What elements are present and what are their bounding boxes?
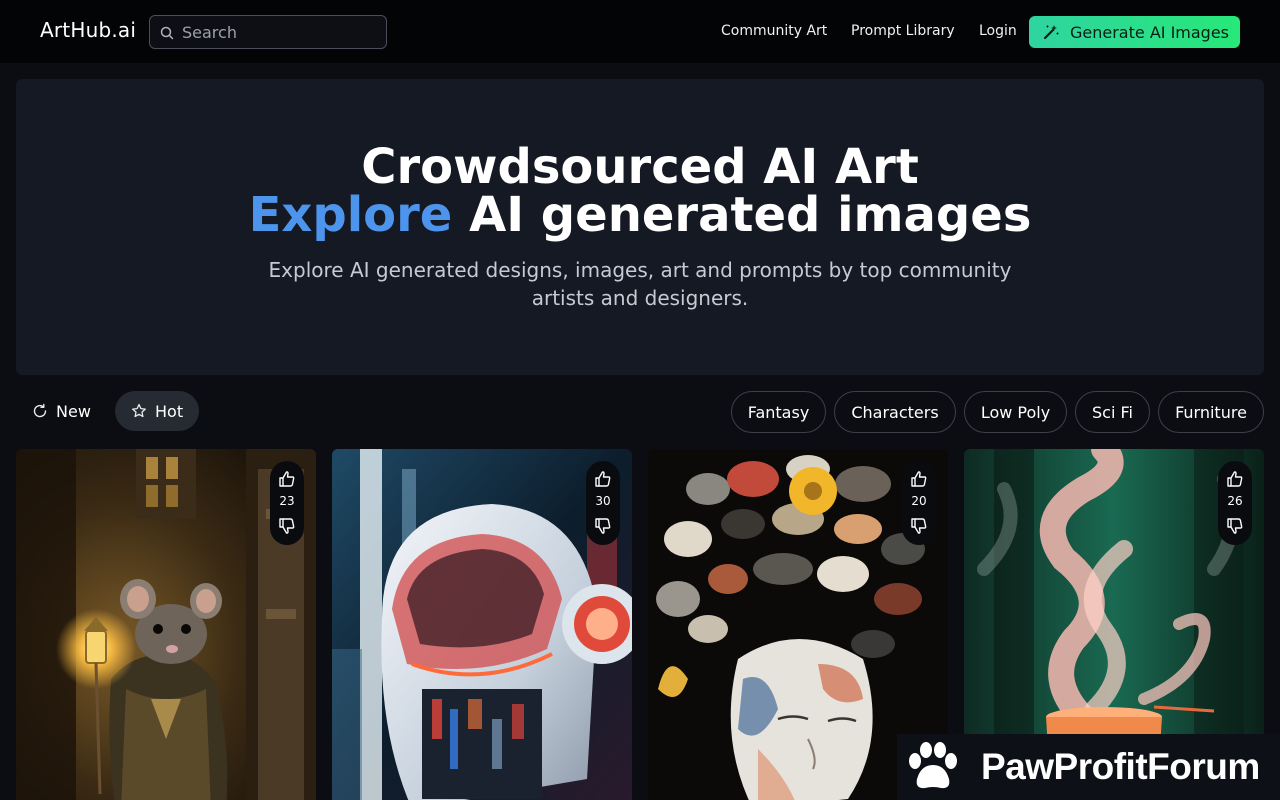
hero-headline-accent: Explore	[248, 187, 453, 243]
search-box[interactable]	[149, 15, 387, 49]
site-logo[interactable]: ArtHub.ai	[40, 18, 136, 42]
hero-subtitle: Explore AI generated designs, images, ar…	[268, 258, 1012, 310]
thumbs-down-icon[interactable]	[594, 517, 612, 535]
paw-icon	[909, 742, 957, 789]
thumbs-up-icon[interactable]	[910, 470, 928, 488]
sort-hot-button[interactable]: Hot	[115, 391, 199, 431]
tag-sci-fi[interactable]: Sci Fi	[1075, 391, 1150, 433]
vote-widget: 30	[586, 461, 620, 545]
thumbs-up-icon[interactable]	[594, 470, 612, 488]
vote-count: 26	[1227, 494, 1243, 508]
hero-headline-rest: AI generated images	[452, 187, 1032, 243]
image-card[interactable]: 30	[332, 449, 632, 800]
vote-count: 30	[595, 494, 611, 508]
vote-widget: 26	[1218, 461, 1252, 545]
thumbs-up-icon[interactable]	[1226, 470, 1244, 488]
top-navbar: ArtHub.ai Community Art Prompt Library L…	[0, 0, 1280, 63]
thumbs-down-icon[interactable]	[278, 517, 296, 535]
generate-ai-images-button[interactable]: Generate AI Images	[1029, 16, 1240, 48]
sort-new-button[interactable]: New	[16, 391, 108, 431]
hero-title: Crowdsourced AI Art	[361, 139, 919, 195]
star-icon	[132, 403, 146, 418]
image-card[interactable]: 23	[16, 449, 316, 800]
refresh-icon	[33, 403, 47, 418]
tag-low-poly[interactable]: Low Poly	[964, 391, 1067, 433]
watermark-banner: PawProfitForum	[897, 734, 1280, 800]
generate-ai-images-label: Generate AI Images	[1070, 22, 1230, 42]
sort-hot-label: Hot	[155, 401, 184, 421]
vote-widget: 20	[902, 461, 936, 545]
search-input[interactable]	[182, 16, 382, 48]
nav-link-community-art[interactable]: Community Art	[721, 23, 827, 39]
nav-link-prompt-library[interactable]: Prompt Library	[851, 23, 955, 39]
thumbs-down-icon[interactable]	[1226, 517, 1244, 535]
thumbs-up-icon[interactable]	[278, 470, 296, 488]
tag-fantasy[interactable]: Fantasy	[731, 391, 826, 433]
vote-count: 20	[911, 494, 927, 508]
search-icon	[160, 26, 174, 40]
thumbs-down-icon[interactable]	[910, 517, 928, 535]
vote-count: 23	[279, 494, 295, 508]
hero-banner: Crowdsourced AI Art Explore AI generated…	[16, 79, 1264, 375]
tag-furniture[interactable]: Furniture	[1158, 391, 1264, 433]
vote-widget: 23	[270, 461, 304, 545]
watermark-text: PawProfitForum	[981, 746, 1260, 787]
hero-headline: Explore AI generated images	[16, 189, 1264, 241]
tag-characters[interactable]: Characters	[834, 391, 956, 433]
nav-link-login[interactable]: Login	[979, 23, 1017, 39]
sort-new-label: New	[56, 401, 91, 421]
magic-wand-icon	[1043, 25, 1059, 40]
